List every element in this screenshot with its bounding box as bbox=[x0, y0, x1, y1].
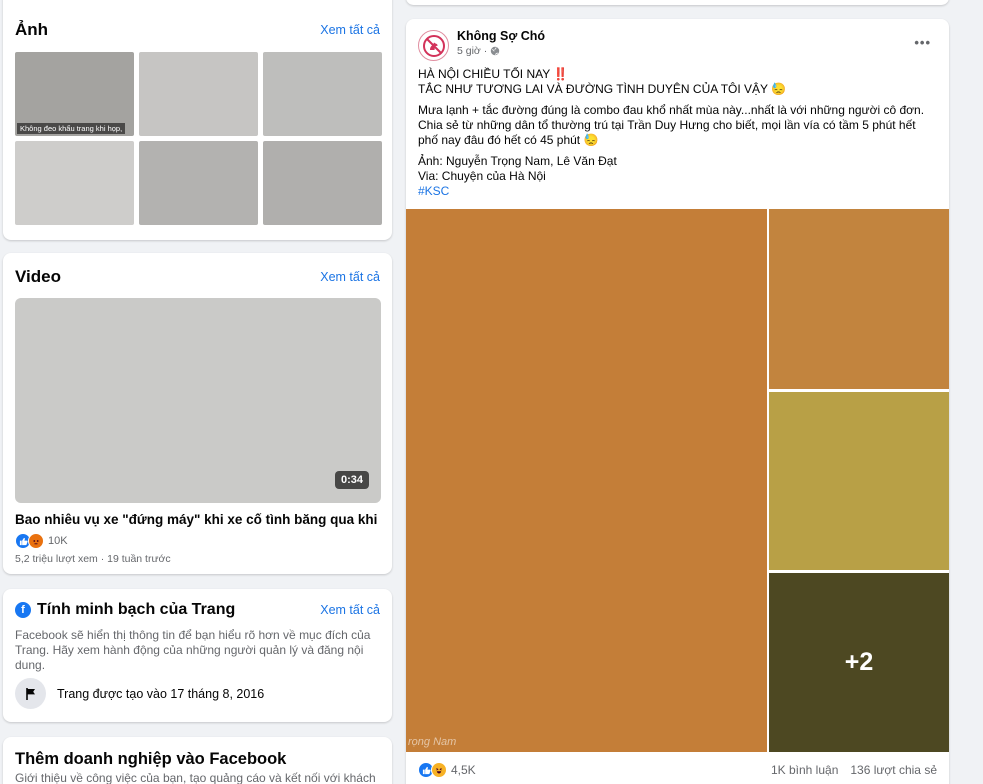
video-thumbnail[interactable]: 0:34 bbox=[15, 298, 381, 503]
no-dog-logo-icon bbox=[422, 34, 445, 57]
photos-see-all-link[interactable]: Xem tất cả bbox=[320, 23, 380, 37]
post-text: HÀ NỘI CHIỀU TỐI NAY ‼️ TẮC NHƯ TƯƠNG LA… bbox=[418, 67, 938, 199]
post-line: Mưa lạnh + tắc đường đúng là combo đau k… bbox=[418, 103, 925, 117]
photo-thumbnail[interactable] bbox=[139, 52, 258, 136]
post-photo-more[interactable]: +2 bbox=[769, 573, 949, 752]
post-time[interactable]: 5 giờ · bbox=[457, 45, 500, 57]
post-line: Via: Chuyện của Hà Nội bbox=[418, 169, 546, 183]
globe-icon bbox=[491, 46, 500, 56]
transparency-see-all-link[interactable]: Xem tất cả bbox=[320, 603, 380, 617]
post-line: Chia sẻ từ những dân tổ thường trú tại T… bbox=[418, 118, 916, 132]
page-avatar[interactable] bbox=[418, 30, 449, 61]
transparency-card: f Tính minh bạch của Trang Xem tất cả Fa… bbox=[3, 589, 392, 722]
post-reactions[interactable]: 4,5K bbox=[418, 762, 476, 778]
business-description: Giới thiệu về công việc của bạn, tạo quả… bbox=[15, 771, 376, 784]
video-title[interactable]: Bao nhiêu vụ xe "đứng máy" khi xe cố tìn… bbox=[15, 512, 381, 527]
page-created-text: Trang được tạo vào 17 tháng 8, 2016 bbox=[57, 686, 265, 701]
post-line: TẮC NHƯ TƯƠNG LAI VÀ ĐƯỜNG TÌNH DUYÊN CỦ… bbox=[418, 82, 787, 96]
video-see-all-link[interactable]: Xem tất cả bbox=[320, 270, 380, 284]
video-reactions[interactable]: 10K bbox=[15, 533, 68, 549]
post-author[interactable]: Không Sợ Chó bbox=[457, 29, 545, 43]
post-photo[interactable] bbox=[769, 209, 949, 389]
photo-thumbnail[interactable] bbox=[15, 141, 134, 225]
hashtag-link[interactable]: #KSC bbox=[418, 184, 938, 199]
transparency-description: Facebook sẽ hiển thị thông tin để bạn hi… bbox=[15, 628, 371, 672]
photo-thumbnail[interactable] bbox=[139, 141, 258, 225]
transparency-title: Tính minh bạch của Trang bbox=[37, 601, 236, 618]
business-card: Thêm doanh nghiệp vào Facebook Giới thiệ… bbox=[3, 737, 392, 784]
photos-title: Ảnh bbox=[15, 20, 49, 39]
post-main-photo[interactable]: rọng Nam bbox=[406, 209, 767, 752]
flag-icon bbox=[15, 678, 46, 709]
post-footer: 4,5K 1K bình luận 136 lượt chia sẻ bbox=[418, 762, 937, 778]
video-section-title: Video bbox=[15, 267, 61, 286]
photo-thumbnail[interactable] bbox=[263, 141, 382, 225]
video-duration: 0:34 bbox=[334, 471, 369, 489]
angry-reaction-icon bbox=[28, 533, 44, 549]
photo-watermark: rọng Nam bbox=[408, 736, 457, 748]
post-line: Ảnh: Nguyễn Trọng Nam, Lê Văn Đạt bbox=[418, 154, 617, 168]
haha-reaction-icon bbox=[431, 762, 447, 778]
post-comment-count[interactable]: 1K bình luận bbox=[771, 763, 838, 777]
post-reaction-count: 4,5K bbox=[451, 763, 476, 777]
photo-thumbnail[interactable]: Không đeo khẩu trang khi họp, bbox=[15, 52, 134, 136]
video-reaction-count: 10K bbox=[48, 535, 68, 547]
business-title: Thêm doanh nghiệp vào Facebook bbox=[15, 750, 287, 768]
video-card: Video Xem tất cả 0:34 Bao nhiêu vụ xe "đ… bbox=[3, 253, 392, 574]
photo-thumbnail[interactable] bbox=[263, 52, 382, 136]
previous-post-card bbox=[406, 0, 949, 5]
post-line: HÀ NỘI CHIỀU TỐI NAY ‼️ bbox=[418, 67, 569, 81]
photo-caption: Không đeo khẩu trang khi họp, bbox=[17, 123, 126, 134]
facebook-icon: f bbox=[15, 602, 31, 618]
post-share-count[interactable]: 136 lượt chia sẻ bbox=[850, 763, 937, 777]
photos-card: Ảnh Xem tất cả Không đeo khẩu trang khi … bbox=[3, 0, 392, 240]
photo-grid: Không đeo khẩu trang khi họp, bbox=[15, 52, 382, 225]
page-created-row: Trang được tạo vào 17 tháng 8, 2016 bbox=[15, 678, 264, 709]
post-card: Không Sợ Chó 5 giờ · ••• HÀ NỘI CHIỀU TỐ… bbox=[406, 19, 949, 784]
more-photos-count: +2 bbox=[769, 573, 949, 752]
post-options-button[interactable]: ••• bbox=[914, 35, 931, 50]
post-time-text: 5 giờ · bbox=[457, 45, 488, 57]
post-photo[interactable] bbox=[769, 392, 949, 570]
video-meta: 5,2 triệu lượt xem · 19 tuần trước bbox=[15, 553, 171, 565]
post-line: phố nay đâu đó hết có 45 phút 😓 bbox=[418, 133, 599, 147]
